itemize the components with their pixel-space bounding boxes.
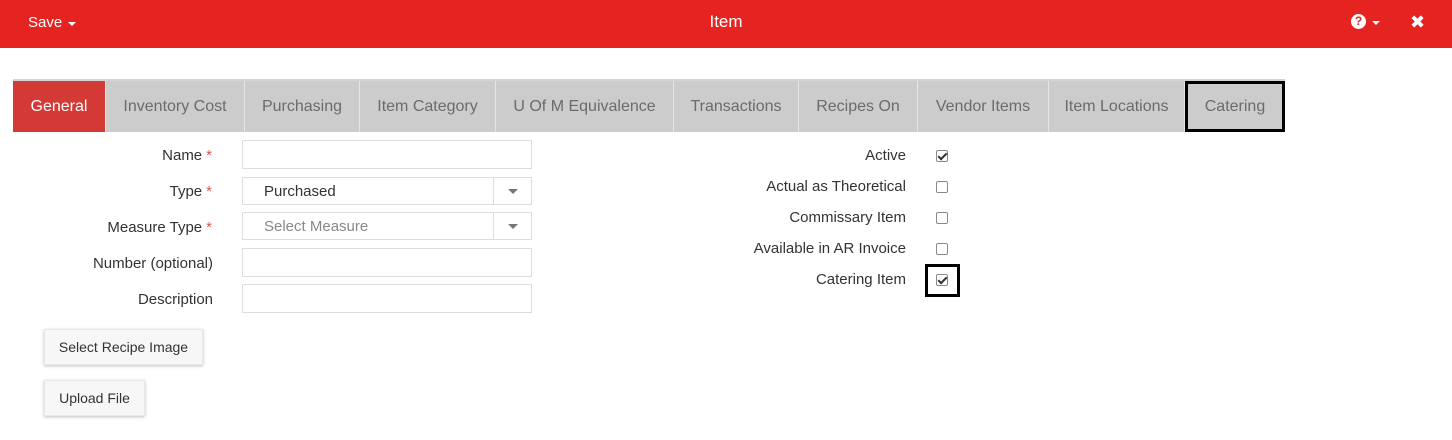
commissary-item-checkbox[interactable] — [936, 212, 948, 224]
actual-as-theoretical-checkbox[interactable] — [936, 181, 948, 193]
name-input[interactable] — [242, 140, 532, 169]
tab-purchasing[interactable]: Purchasing — [245, 81, 360, 132]
required-mark: * — [206, 219, 212, 236]
available-in-ar-invoice-label: Available in AR Invoice — [753, 240, 906, 257]
name-label: Name * — [162, 147, 212, 164]
top-bar: Save Item ? ✖ — [0, 0, 1452, 48]
required-mark: * — [206, 183, 212, 200]
tab-inventory-cost[interactable]: Inventory Cost — [106, 81, 245, 132]
measure-type-placeholder: Select Measure — [264, 217, 369, 235]
tab-u-of-m-equivalence[interactable]: U Of M Equivalence — [496, 81, 674, 132]
tab-catering[interactable]: Catering — [1185, 81, 1285, 132]
type-label: Type * — [169, 183, 212, 200]
help-icon: ? — [1351, 14, 1366, 29]
tab-bar: General Inventory Cost Purchasing Item C… — [13, 79, 1285, 132]
measure-type-select[interactable]: Select Measure — [242, 212, 532, 240]
tab-item-locations[interactable]: Item Locations — [1049, 81, 1185, 132]
description-input[interactable] — [242, 284, 532, 313]
number-label: Number (optional) — [92, 255, 213, 272]
active-label: Active — [865, 147, 906, 164]
chevron-down-icon[interactable] — [493, 213, 531, 239]
tab-item-category[interactable]: Item Category — [360, 81, 496, 132]
tab-general[interactable]: General — [13, 81, 106, 132]
available-in-ar-invoice-checkbox[interactable] — [936, 243, 948, 255]
tab-transactions[interactable]: Transactions — [674, 81, 799, 132]
tab-vendor-items[interactable]: Vendor Items — [918, 81, 1049, 132]
catering-item-checkbox[interactable] — [936, 274, 948, 286]
help-dropdown-button[interactable]: ? — [1351, 14, 1380, 29]
required-mark: * — [206, 147, 212, 164]
active-checkbox[interactable] — [936, 150, 948, 162]
catering-item-label: Catering Item — [815, 271, 906, 288]
page-title: Item — [709, 12, 743, 31]
type-select[interactable]: Purchased — [242, 177, 532, 205]
measure-type-label: Measure Type * — [107, 219, 212, 236]
close-icon[interactable]: ✖ — [1410, 12, 1426, 32]
caret-down-icon — [1372, 20, 1380, 25]
type-select-value: Purchased — [264, 182, 336, 200]
tab-recipes-on[interactable]: Recipes On — [799, 81, 918, 132]
actual-as-theoretical-label: Actual as Theoretical — [766, 178, 906, 195]
description-label: Description — [137, 291, 213, 308]
upload-file-button[interactable]: Upload File — [44, 380, 145, 416]
chevron-down-icon[interactable] — [493, 178, 531, 204]
commissary-item-label: Commissary Item — [789, 209, 906, 226]
number-input[interactable] — [242, 248, 532, 277]
select-recipe-image-button[interactable]: Select Recipe Image — [44, 329, 203, 365]
